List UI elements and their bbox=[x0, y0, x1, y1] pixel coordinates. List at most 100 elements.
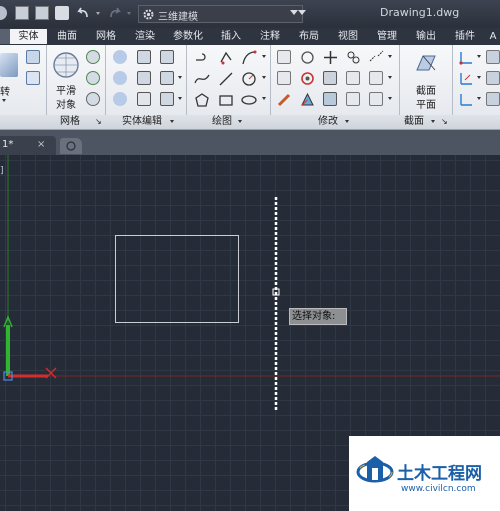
erase-icon[interactable] bbox=[277, 92, 292, 107]
fillet-icon[interactable] bbox=[277, 71, 291, 85]
ribbon-panel-area: 转 平滑 对象 截面 平面 bbox=[0, 45, 500, 115]
revolve-dropdown-icon[interactable] bbox=[2, 99, 6, 102]
panel-label-mesh[interactable]: 网格 bbox=[60, 115, 80, 129]
tab-autodesk[interactable]: A bbox=[486, 29, 500, 44]
intersect-icon[interactable] bbox=[113, 92, 127, 106]
3d-align-icon[interactable] bbox=[300, 92, 315, 107]
3d-array-icon[interactable] bbox=[323, 92, 337, 106]
tab-plugins[interactable]: 插件 bbox=[446, 29, 484, 44]
file-tab-drawing1[interactable]: 1* × bbox=[0, 136, 56, 155]
mesh-crease-icon[interactable] bbox=[86, 92, 100, 106]
save-as-icon[interactable] bbox=[35, 6, 49, 20]
ucs-view-icon[interactable] bbox=[486, 71, 500, 85]
3d-move-icon[interactable] bbox=[300, 50, 315, 65]
separate-icon[interactable] bbox=[160, 92, 174, 106]
ucs-dropdown-3-icon[interactable] bbox=[477, 97, 481, 100]
solid-edit-expand-icon[interactable] bbox=[170, 120, 174, 123]
section-plane-icon[interactable] bbox=[413, 50, 439, 76]
interfere-icon[interactable] bbox=[137, 50, 151, 64]
ucs-object-icon[interactable] bbox=[486, 92, 500, 106]
subtract-icon[interactable] bbox=[113, 71, 127, 85]
tab-solid[interactable]: 实体 bbox=[10, 29, 47, 44]
workspace-dropdown[interactable]: 三维建模 bbox=[138, 5, 303, 23]
join-icon[interactable] bbox=[369, 50, 384, 65]
open-icon[interactable] bbox=[0, 6, 7, 20]
copy-icon[interactable] bbox=[346, 50, 361, 65]
array-icon[interactable] bbox=[346, 92, 360, 106]
solid-edit-dropdown-icon[interactable] bbox=[178, 76, 182, 79]
tab-view[interactable]: 视图 bbox=[329, 29, 367, 44]
tab-mesh[interactable]: 网格 bbox=[87, 29, 125, 44]
tab-manage[interactable]: 管理 bbox=[368, 29, 406, 44]
undo-dropdown-icon[interactable] bbox=[96, 12, 100, 15]
ucs-world-icon[interactable] bbox=[458, 71, 474, 87]
redo-icon[interactable] bbox=[108, 6, 122, 20]
circle-icon[interactable] bbox=[241, 71, 257, 87]
new-tab-button[interactable] bbox=[60, 138, 82, 154]
spline-icon[interactable] bbox=[194, 71, 210, 87]
chamfer-icon[interactable] bbox=[369, 71, 383, 85]
tab-surface[interactable]: 曲面 bbox=[48, 29, 86, 44]
revolve-icon[interactable] bbox=[0, 53, 18, 77]
modify-dropdown-1-icon[interactable] bbox=[388, 55, 392, 58]
modify-dropdown-3-icon[interactable] bbox=[388, 97, 392, 100]
section-expand-arrow-icon[interactable]: ↘ bbox=[441, 115, 448, 129]
ucs-origin-icon[interactable] bbox=[458, 92, 474, 108]
modify-dropdown-2-icon[interactable] bbox=[388, 76, 392, 79]
mesh-refine-icon[interactable] bbox=[86, 71, 100, 85]
close-icon[interactable]: × bbox=[37, 139, 45, 150]
slice-icon[interactable] bbox=[137, 71, 151, 85]
print-icon[interactable] bbox=[55, 6, 69, 20]
arc-dropdown-icon[interactable] bbox=[262, 55, 266, 58]
panel-label-modify[interactable]: 修改 bbox=[318, 115, 338, 129]
extract-edges-icon[interactable] bbox=[160, 50, 174, 64]
solid-edit-dropdown-2-icon[interactable] bbox=[178, 97, 182, 100]
expand-arrow-icon[interactable]: ↘ bbox=[95, 115, 102, 129]
rectangle-icon[interactable] bbox=[218, 92, 234, 108]
section-expand-icon[interactable] bbox=[431, 120, 435, 123]
offset-icon[interactable] bbox=[346, 71, 360, 85]
drawn-rectangle[interactable] bbox=[115, 235, 239, 323]
move-icon[interactable] bbox=[323, 50, 338, 65]
thicken-icon[interactable] bbox=[137, 92, 151, 106]
polyline-icon[interactable] bbox=[194, 50, 210, 66]
ellipse-icon[interactable] bbox=[241, 92, 257, 108]
redo-dropdown-icon[interactable] bbox=[127, 12, 131, 15]
trim-icon[interactable] bbox=[277, 50, 291, 64]
presspull-icon[interactable] bbox=[26, 50, 40, 64]
arc-icon[interactable] bbox=[241, 50, 257, 66]
panel-label-draw[interactable]: 绘图 bbox=[212, 115, 232, 129]
draw-expand-icon[interactable] bbox=[238, 120, 242, 123]
undo-icon[interactable] bbox=[76, 6, 90, 20]
explode-icon[interactable] bbox=[369, 92, 383, 106]
tab-layout[interactable]: 布局 bbox=[290, 29, 328, 44]
3d-mirror-icon[interactable] bbox=[323, 71, 337, 85]
ucs-named-icon[interactable] bbox=[486, 50, 500, 64]
app-menu-edge[interactable] bbox=[0, 29, 10, 44]
union-icon[interactable] bbox=[113, 50, 127, 64]
3d-polyline-icon[interactable] bbox=[218, 50, 234, 66]
modify-expand-icon[interactable] bbox=[345, 120, 349, 123]
save-icon[interactable] bbox=[15, 6, 29, 20]
panel-label-section[interactable]: 截面 bbox=[404, 115, 424, 129]
tab-parametric[interactable]: 参数化 bbox=[165, 29, 211, 44]
ucs-dropdown-2-icon[interactable] bbox=[477, 76, 481, 79]
ucs-dropdown-1-icon[interactable] bbox=[477, 55, 481, 58]
tab-output[interactable]: 输出 bbox=[407, 29, 445, 44]
panel-label-solid-edit[interactable]: 实体编辑 bbox=[122, 115, 162, 129]
3d-rotate-icon[interactable] bbox=[300, 71, 315, 86]
circle-dropdown-icon[interactable] bbox=[262, 76, 266, 79]
watermark: 土木工程网 www.civilcn.com bbox=[349, 436, 500, 511]
tab-render[interactable]: 渲染 bbox=[126, 29, 164, 44]
extrude-faces-icon[interactable] bbox=[160, 71, 174, 85]
tab-insert[interactable]: 插入 bbox=[212, 29, 250, 44]
polygon-icon[interactable] bbox=[194, 92, 210, 108]
line-icon[interactable] bbox=[218, 71, 234, 87]
sweep-icon[interactable] bbox=[26, 71, 40, 85]
tab-annotate[interactable]: 注释 bbox=[251, 29, 289, 44]
ellipse-dropdown-icon[interactable] bbox=[262, 97, 266, 100]
smooth-object-icon[interactable] bbox=[52, 51, 80, 79]
mesh-add-icon[interactable] bbox=[86, 50, 100, 64]
ucs-icon[interactable] bbox=[458, 50, 474, 66]
customize-toolbar-icon[interactable] bbox=[298, 10, 306, 15]
